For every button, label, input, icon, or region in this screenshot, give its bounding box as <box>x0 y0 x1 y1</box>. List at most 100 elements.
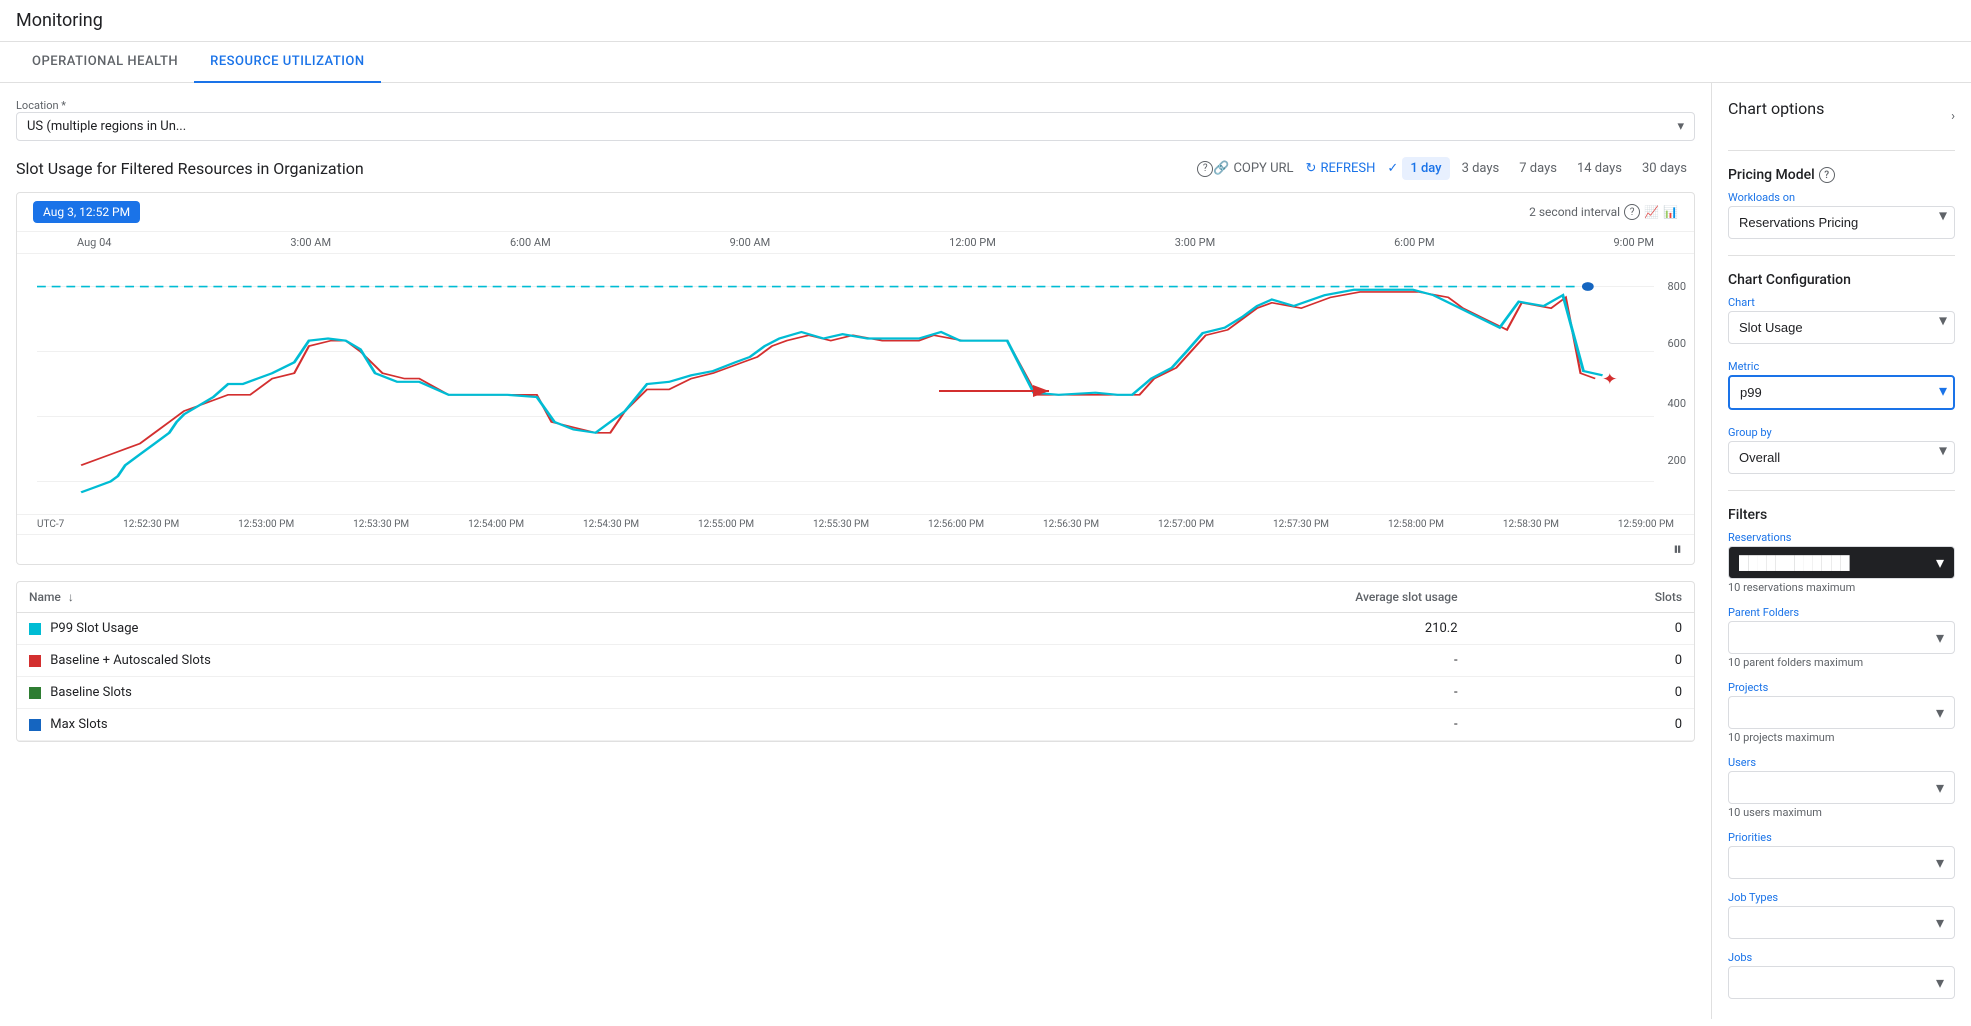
col-name-header[interactable]: Name ↓ <box>17 582 917 613</box>
chart-svg-area: 800 600 400 200 <box>17 254 1694 514</box>
tab-resource-utilization[interactable]: RESOURCE UTILIZATION <box>194 42 380 83</box>
chevron-down-icon: ▾ <box>1677 119 1684 134</box>
filters-container: Reservations ████████████ ▾ 10 reservati… <box>1728 531 1955 999</box>
time-label: 6:00 AM <box>510 236 551 249</box>
time-label: 3:00 AM <box>290 236 331 249</box>
tabs-bar: OPERATIONAL HEALTH RESOURCE UTILIZATION <box>0 42 1971 83</box>
x-label: 12:55:30 PM <box>813 519 869 530</box>
time-label: 6:00 PM <box>1394 236 1434 249</box>
location-dropdown[interactable]: US (multiple regions in Un... ▾ <box>16 112 1695 141</box>
pricing-help-icon[interactable]: ? <box>1819 167 1835 183</box>
bar-chart-icon[interactable]: 📊 <box>1663 205 1678 219</box>
chart-bottom-bar: ⏸ <box>17 534 1694 564</box>
filter-dropdown-2[interactable]: ▾ <box>1728 696 1955 729</box>
chart-config-title: Chart Configuration <box>1728 272 1955 288</box>
link-icon: 🔗 <box>1213 161 1229 176</box>
metric-field: Metric p99 ▾ <box>1728 360 1955 410</box>
legend-table-container: Name ↓ Average slot usage Slots P99 S <box>16 581 1695 742</box>
metric-label: Metric <box>1728 360 1955 373</box>
filters-title: Filters <box>1728 507 1955 523</box>
chevron-down-icon: ▾ <box>1936 703 1944 722</box>
interval-help-icon[interactable]: ? <box>1624 204 1640 220</box>
filter-item: Parent Folders ▾ 10 parent folders maxim… <box>1728 606 1955 669</box>
filter-dropdown-5[interactable]: ▾ <box>1728 906 1955 939</box>
filter-label: Job Types <box>1728 891 1955 904</box>
table-row: Baseline + Autoscaled Slots - 0 <box>17 645 1694 677</box>
metric-select[interactable]: p99 <box>1728 375 1955 410</box>
table-row: P99 Slot Usage 210.2 0 <box>17 613 1694 645</box>
filter-hint: 10 parent folders maximum <box>1728 656 1955 669</box>
filter-dropdown-4[interactable]: ▾ <box>1728 846 1955 879</box>
right-panel: Chart options › Pricing Model ? Workload… <box>1711 83 1971 1019</box>
time-btn-14days[interactable]: 14 days <box>1569 157 1630 180</box>
filter-dropdown-6[interactable]: ▾ <box>1728 966 1955 999</box>
time-btn-1day[interactable]: 1 day <box>1402 157 1449 180</box>
time-btn-7days[interactable]: 7 days <box>1511 157 1565 180</box>
svg-text:✦: ✦ <box>1601 371 1618 389</box>
filter-dropdown-0[interactable]: ████████████ ▾ <box>1728 546 1955 579</box>
x-label: 12:58:00 PM <box>1388 519 1444 530</box>
chart-config-section: Chart Configuration Chart Slot Usage ▾ M… <box>1728 272 1955 474</box>
divider-1 <box>1728 150 1955 151</box>
col-avg-header[interactable]: Average slot usage <box>917 582 1469 613</box>
filter-dropdown-3[interactable]: ▾ <box>1728 771 1955 804</box>
filter-label: Reservations <box>1728 531 1955 544</box>
chart-container: Aug 3, 12:52 PM 2 second interval ? 📈 📊 … <box>16 192 1695 565</box>
chart-label: Chart <box>1728 296 1955 309</box>
line-chart-icon[interactable]: 📈 <box>1644 205 1659 219</box>
checkmark-icon: ✓ <box>1387 161 1398 176</box>
group-by-field: Group by Overall ▾ <box>1728 426 1955 474</box>
time-label: Aug 04 <box>77 236 111 249</box>
location-label: Location * <box>16 99 1695 112</box>
filter-item: Jobs ▾ <box>1728 951 1955 999</box>
filter-hint: 10 reservations maximum <box>1728 581 1955 594</box>
filter-label: Users <box>1728 756 1955 769</box>
pricing-model-title: Pricing Model ? <box>1728 167 1955 183</box>
close-panel-icon[interactable]: › <box>1951 109 1955 124</box>
main-layout: Location * US (multiple regions in Un...… <box>0 83 1971 1019</box>
chart-help-icon[interactable]: ? <box>1197 161 1213 177</box>
app-title: Monitoring <box>16 10 103 31</box>
time-btn-3days[interactable]: 3 days <box>1454 157 1508 180</box>
filter-dropdown-1[interactable]: ▾ <box>1728 621 1955 654</box>
filter-label: Parent Folders <box>1728 606 1955 619</box>
color-swatch <box>29 623 41 635</box>
panel-title: Chart options <box>1728 99 1824 118</box>
x-label: 12:54:30 PM <box>583 519 639 530</box>
refresh-button[interactable]: ↻ REFRESH <box>1306 161 1376 176</box>
chevron-down-icon: ▾ <box>1936 628 1944 647</box>
y-label-600: 600 <box>1667 337 1686 350</box>
date-badge: Aug 3, 12:52 PM <box>33 201 140 223</box>
filter-item: Priorities ▾ <box>1728 831 1955 879</box>
chart-select[interactable]: Slot Usage <box>1728 311 1955 344</box>
chart-field: Chart Slot Usage ▾ <box>1728 296 1955 344</box>
location-value: US (multiple regions in Un... <box>27 119 186 134</box>
legend-table: Name ↓ Average slot usage Slots P99 S <box>17 582 1694 741</box>
chevron-down-icon: ▾ <box>1936 973 1944 992</box>
pause-icon[interactable]: ⏸ <box>1673 539 1682 560</box>
pricing-model-select[interactable]: Reservations Pricing <box>1728 206 1955 239</box>
interval-info: 2 second interval ? 📈 📊 <box>1529 204 1678 220</box>
tab-operational-health[interactable]: OPERATIONAL HEALTH <box>16 42 194 83</box>
x-label: 12:59:00 PM <box>1618 519 1674 530</box>
x-label: 12:53:30 PM <box>353 519 409 530</box>
copy-url-button[interactable]: 🔗 COPY URL <box>1213 161 1293 176</box>
group-by-select[interactable]: Overall <box>1728 441 1955 474</box>
chart-title: Slot Usage for Filtered Resources in Org… <box>16 159 1197 178</box>
chevron-down-icon: ▾ <box>1936 553 1944 572</box>
color-swatch <box>29 687 41 699</box>
chevron-down-icon: ▾ <box>1936 913 1944 932</box>
filters-section: Filters Reservations ████████████ ▾ 10 r… <box>1728 507 1955 999</box>
x-label: 12:54:00 PM <box>468 519 524 530</box>
app-header: Monitoring OPERATIONAL HEALTH RESOURCE U… <box>0 0 1971 83</box>
x-label: 12:57:00 PM <box>1158 519 1214 530</box>
y-label-800: 800 <box>1667 280 1686 293</box>
x-axis: UTC-7 12:52:30 PM 12:53:00 PM 12:53:30 P… <box>17 514 1694 534</box>
filter-item: Projects ▾ 10 projects maximum <box>1728 681 1955 744</box>
time-btn-30days[interactable]: 30 days <box>1634 157 1695 180</box>
main-chart-svg: ✦ <box>37 254 1654 514</box>
color-swatch <box>29 719 41 731</box>
pricing-model-section: Pricing Model ? Workloads on Reservation… <box>1728 167 1955 239</box>
filter-hint: 10 users maximum <box>1728 806 1955 819</box>
color-swatch <box>29 655 41 667</box>
